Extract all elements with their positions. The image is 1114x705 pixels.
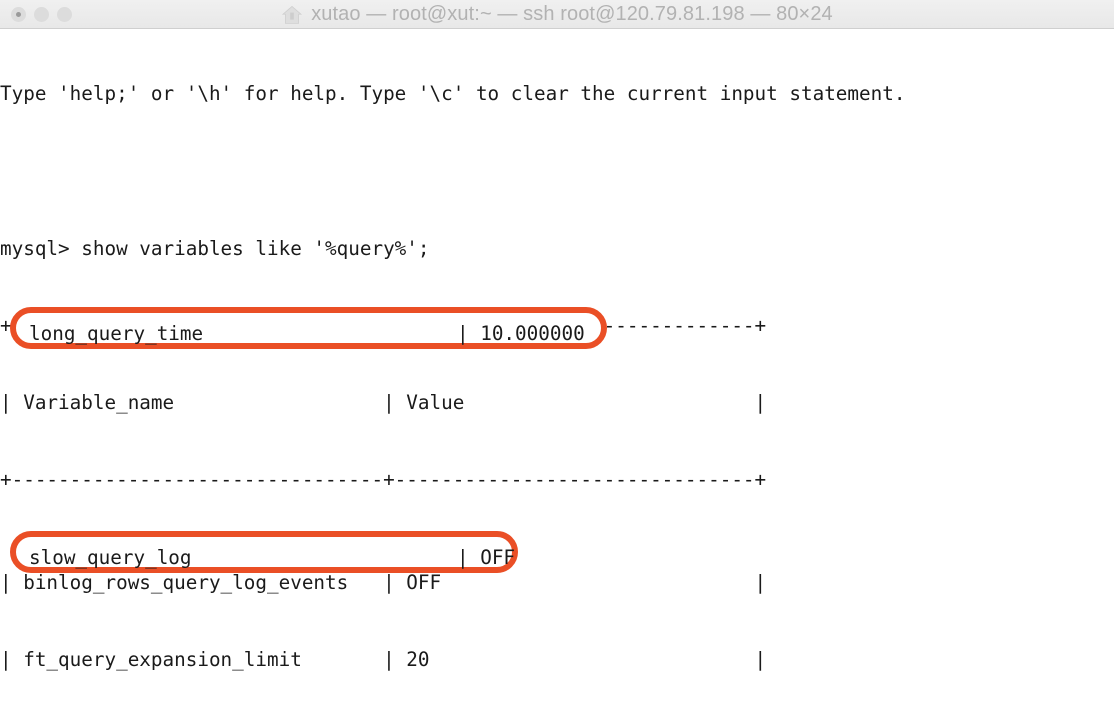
table-header-row: | Variable_name | Value | xyxy=(0,390,767,414)
highlight-row-text: slow_query_log | OFF xyxy=(16,537,515,569)
highlight-variable-value: | 10.000000 xyxy=(457,322,585,345)
window-title-text: xutao — root@xut:~ — ssh root@120.79.81.… xyxy=(311,3,833,25)
terminal-line-help: Type 'help;' or '\h' for help. Type '\c'… xyxy=(0,82,906,106)
terminal-line-command: mysql> show variables like '%query%'; xyxy=(0,236,430,260)
table-rule-mid: +--------------------------------+------… xyxy=(0,467,767,491)
close-button[interactable] xyxy=(11,7,26,22)
highlight-box-slow-query-log: slow_query_log | OFF xyxy=(10,531,518,573)
minimize-button[interactable] xyxy=(34,7,49,22)
highlight-variable-name: long_query_time xyxy=(29,322,204,345)
table-row: | ft_query_expansion_limit | 20 | xyxy=(0,647,767,671)
highlight-variable-name: slow_query_log xyxy=(29,546,192,569)
title-center-group: xutao — root@xut:~ — ssh root@120.79.81.… xyxy=(0,0,1114,29)
highlight-row-text: long_query_time | 10.000000 xyxy=(16,313,601,345)
window-title-bar: xutao — root@xut:~ — ssh root@120.79.81.… xyxy=(0,0,1114,29)
terminal-body[interactable]: Type 'help;' or '\h' for help. Type '\c'… xyxy=(0,30,1114,698)
highlight-variable-value: | OFF xyxy=(457,546,516,569)
home-icon xyxy=(281,4,303,26)
highlight-box-long-query-time: long_query_time | 10.000000 xyxy=(10,307,607,349)
zoom-button[interactable] xyxy=(57,7,72,22)
traffic-light-buttons xyxy=(11,7,72,22)
terminal-output: Type 'help;' or '\h' for help. Type '\c'… xyxy=(0,30,905,698)
